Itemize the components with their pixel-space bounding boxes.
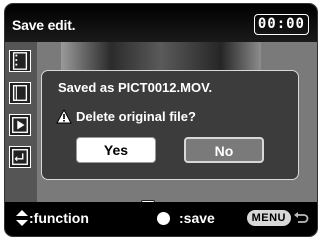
- save-hint: :save: [157, 210, 215, 226]
- yes-button[interactable]: Yes: [76, 137, 156, 163]
- function-label: :function: [29, 210, 89, 226]
- center-button-icon: [157, 211, 170, 225]
- footer-bar: :function :save MENU: [5, 202, 317, 236]
- play-icon[interactable]: [9, 114, 31, 136]
- dialog-message: Saved as PICT0012.MOV.: [58, 80, 213, 95]
- screen-title: Save edit.: [12, 17, 76, 33]
- function-hint: :function: [15, 210, 89, 226]
- return-icon[interactable]: [293, 211, 309, 225]
- edit-toolbar: [5, 42, 37, 220]
- no-button[interactable]: No: [184, 137, 264, 163]
- filmstrip-icon[interactable]: [9, 50, 31, 72]
- warning-icon: [56, 109, 72, 124]
- header-bar: Save edit. 00:00: [5, 4, 317, 42]
- save-label: :save: [179, 210, 215, 226]
- dialog-question-row: Delete original file?: [56, 109, 196, 124]
- camera-lcd-screen: Save edit. 00:00 Saved as PICT0012.MOV. …: [4, 3, 318, 237]
- enter-icon[interactable]: [9, 146, 31, 168]
- timer-display: 00:00: [253, 14, 309, 35]
- dialog-question: Delete original file?: [76, 109, 196, 124]
- frame-icon[interactable]: [9, 82, 31, 104]
- save-dialog: Saved as PICT0012.MOV. Delete original f…: [41, 70, 299, 180]
- menu-button[interactable]: MENU: [246, 210, 291, 226]
- updown-arrows-icon: [16, 210, 28, 226]
